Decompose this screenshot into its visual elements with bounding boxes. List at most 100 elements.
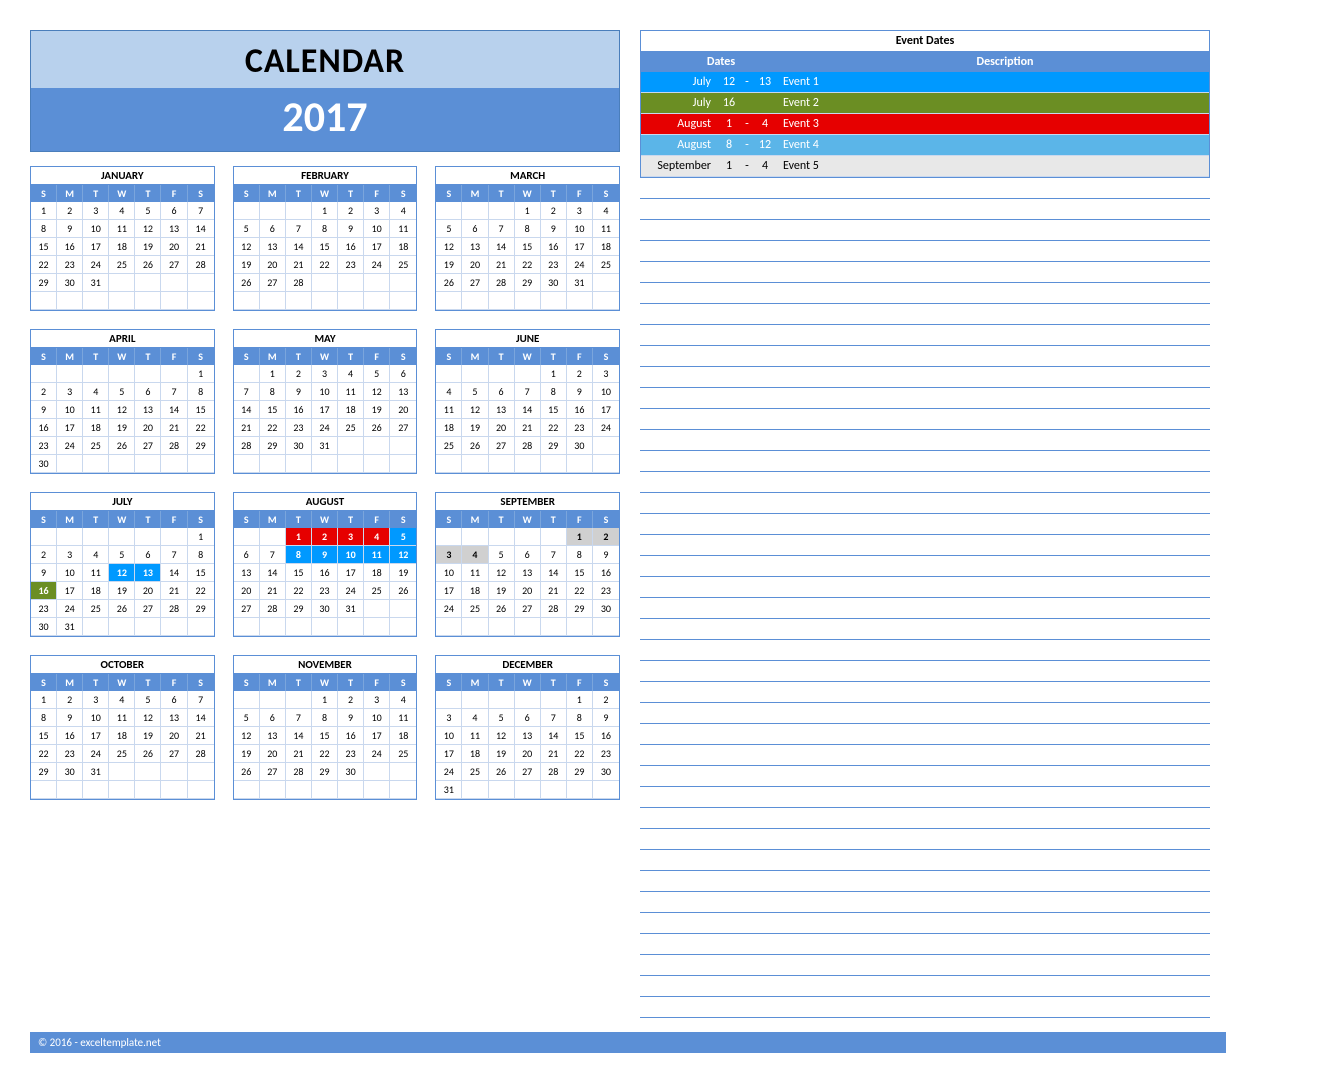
day-cell: 1	[188, 365, 214, 383]
day-cell: 16	[286, 401, 312, 419]
blank-row	[640, 535, 1210, 556]
day-cell	[364, 763, 390, 781]
day-cell: 6	[161, 202, 187, 220]
dow-row: SMTWTFS	[31, 511, 214, 528]
blank-row	[640, 304, 1210, 325]
dow-cell: S	[390, 185, 416, 202]
event-month: July	[641, 96, 717, 110]
day-cell: 23	[31, 437, 57, 455]
day-cell: 5	[109, 546, 135, 564]
day-grid: 1234567891011121314151617181920212223242…	[31, 365, 214, 473]
day-cell: 10	[364, 709, 390, 727]
day-cell: 3	[57, 383, 83, 401]
day-cell	[489, 618, 515, 636]
day-cell: 4	[83, 383, 109, 401]
event-day-start: 1	[717, 159, 741, 173]
dow-cell: T	[83, 185, 109, 202]
day-cell: 29	[188, 437, 214, 455]
day-cell	[515, 292, 541, 310]
day-cell: 21	[234, 419, 260, 437]
day-cell	[390, 763, 416, 781]
day-cell: 22	[188, 582, 214, 600]
day-cell: 6	[161, 691, 187, 709]
day-cell	[364, 600, 390, 618]
blank-row	[640, 913, 1210, 934]
blank-row	[640, 640, 1210, 661]
day-cell: 13	[135, 564, 161, 582]
month: JANUARYSMTWTFS12345678910111213141516171…	[30, 166, 215, 311]
day-cell: 1	[31, 202, 57, 220]
day-cell	[83, 455, 109, 473]
day-cell	[364, 274, 390, 292]
dow-cell: M	[260, 185, 286, 202]
day-cell	[515, 455, 541, 473]
event-month: September	[641, 159, 717, 173]
dow-cell: W	[109, 348, 135, 365]
day-cell	[109, 528, 135, 546]
day-cell: 19	[390, 564, 416, 582]
day-cell: 24	[436, 763, 462, 781]
dow-cell: S	[188, 511, 214, 528]
blank-row	[640, 472, 1210, 493]
day-cell: 27	[260, 763, 286, 781]
event-row: July16Event 2	[641, 93, 1209, 114]
day-cell: 5	[135, 202, 161, 220]
day-cell: 13	[390, 383, 416, 401]
month: JUNESMTWTFS12345678910111213141516171819…	[435, 329, 620, 474]
day-cell: 10	[83, 709, 109, 727]
day-cell: 29	[567, 763, 593, 781]
day-cell: 9	[31, 564, 57, 582]
day-cell: 6	[260, 709, 286, 727]
day-cell: 20	[390, 401, 416, 419]
dow-cell: W	[515, 674, 541, 691]
day-cell: 25	[109, 745, 135, 763]
day-cell: 25	[83, 437, 109, 455]
day-cell	[489, 292, 515, 310]
day-grid: 1234567891011121314151617181920212223242…	[234, 528, 417, 636]
day-cell	[462, 781, 488, 799]
day-cell	[489, 365, 515, 383]
day-cell	[234, 292, 260, 310]
day-cell: 2	[31, 383, 57, 401]
day-cell: 13	[462, 238, 488, 256]
day-cell: 23	[338, 256, 364, 274]
day-cell	[135, 292, 161, 310]
day-cell	[83, 528, 109, 546]
day-cell: 29	[515, 274, 541, 292]
day-cell: 13	[135, 401, 161, 419]
day-cell: 4	[109, 202, 135, 220]
day-cell	[109, 763, 135, 781]
month: MARCHSMTWTFS1234567891011121314151617181…	[435, 166, 620, 311]
day-cell: 31	[567, 274, 593, 292]
day-cell: 9	[338, 220, 364, 238]
day-cell	[57, 781, 83, 799]
blank-row	[640, 409, 1210, 430]
day-cell	[31, 781, 57, 799]
day-cell: 31	[436, 781, 462, 799]
day-cell: 18	[109, 238, 135, 256]
day-cell: 17	[436, 582, 462, 600]
day-cell	[462, 691, 488, 709]
blank-row	[640, 892, 1210, 913]
blank-row	[640, 325, 1210, 346]
day-cell: 6	[489, 383, 515, 401]
day-cell: 23	[567, 419, 593, 437]
dow-cell: S	[436, 348, 462, 365]
dow-cell: S	[593, 185, 619, 202]
day-cell: 19	[234, 745, 260, 763]
dow-cell: T	[489, 185, 515, 202]
day-cell: 28	[161, 437, 187, 455]
day-cell	[188, 618, 214, 636]
day-cell: 11	[390, 220, 416, 238]
dow-cell: M	[57, 674, 83, 691]
day-cell	[83, 618, 109, 636]
day-cell	[436, 691, 462, 709]
day-cell	[567, 455, 593, 473]
day-cell: 31	[57, 618, 83, 636]
day-cell	[312, 455, 338, 473]
day-cell	[338, 292, 364, 310]
blank-row	[640, 703, 1210, 724]
day-cell	[489, 455, 515, 473]
day-cell	[57, 365, 83, 383]
day-cell: 1	[567, 691, 593, 709]
